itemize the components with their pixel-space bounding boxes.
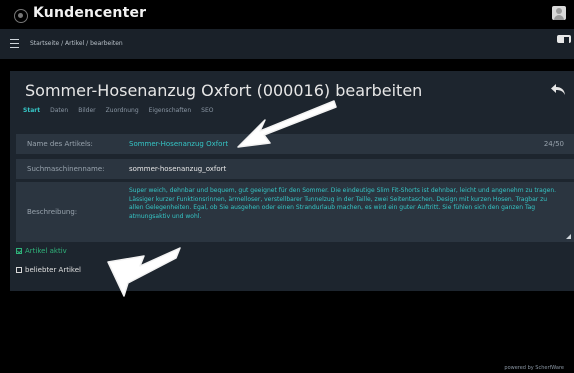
description-field-row: Beschreibung: Super weich, dehnbar und b… [16, 182, 574, 242]
tab-bilder[interactable]: Bilder [75, 107, 98, 114]
tab-bar: Start Daten Bilder Zuordnung Eigenschaft… [20, 107, 217, 114]
tab-seo[interactable]: SEO [198, 107, 216, 114]
edit-panel: Sommer-Hosenanzug Oxfort (000016) bearbe… [10, 71, 574, 291]
textarea-resize-handle-icon[interactable] [566, 234, 571, 239]
nav-bar: Startseite / Artikel / bearbeiten [0, 29, 574, 59]
checkbox-label: beliebter Artikel [25, 266, 81, 274]
slug-field-row: Suchmaschinenname: sommer-hosenanzug_oxf… [16, 159, 574, 179]
page-title: Sommer-Hosenanzug Oxfort (000016) bearbe… [25, 81, 423, 100]
name-input[interactable]: Sommer-Hosenanzug Oxfort [129, 140, 228, 148]
tab-daten[interactable]: Daten [47, 107, 71, 114]
user-avatar-icon[interactable] [552, 6, 566, 20]
slug-field-label: Suchmaschinenname: [27, 165, 105, 173]
footer-credit: powered by ScherfWare [504, 365, 564, 371]
name-char-counter: 24/50 [543, 140, 564, 148]
app-logo-icon [14, 9, 28, 23]
tab-zuordnung[interactable]: Zuordnung [103, 107, 142, 114]
slug-input[interactable]: sommer-hosenanzug_oxfort [129, 165, 226, 173]
tab-start[interactable]: Start [20, 107, 43, 114]
top-bar: Kundencenter [0, 0, 574, 28]
checkbox-checked-icon[interactable] [16, 248, 22, 254]
description-textarea[interactable]: Super weich, dehnbar und bequem, gut gee… [129, 187, 559, 221]
description-field-label: Beschreibung: [27, 208, 78, 216]
checkbox-unchecked-icon[interactable] [16, 267, 22, 273]
back-arrow-icon[interactable] [550, 81, 566, 97]
checkbox-label: Artikel aktiv [25, 247, 67, 255]
hamburger-menu-icon[interactable] [10, 39, 19, 48]
sidebar-toggle[interactable] [557, 35, 571, 43]
breadcrumb[interactable]: Startseite / Artikel / bearbeiten [30, 40, 123, 47]
app-title: Kundencenter [33, 5, 147, 21]
checkbox-artikel-aktiv[interactable]: Artikel aktiv [16, 247, 67, 255]
name-field-row: Name des Artikels: Sommer-Hosenanzug Oxf… [16, 134, 574, 154]
checkbox-beliebter-artikel[interactable]: beliebter Artikel [16, 266, 81, 274]
tab-eigenschaften[interactable]: Eigenschaften [146, 107, 195, 114]
name-field-label: Name des Artikels: [27, 140, 93, 148]
